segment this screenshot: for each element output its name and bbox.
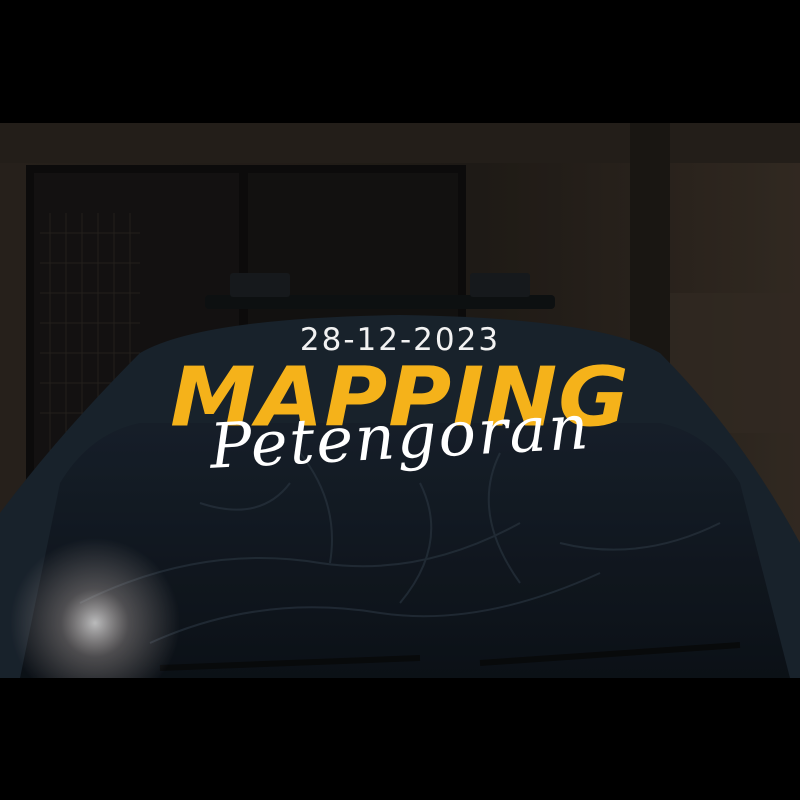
video-frame: 28-12-2023 MAPPING Petengoran: [0, 0, 800, 800]
photo-scene: [0, 123, 800, 678]
scene-illustration: [0, 123, 800, 678]
vignette: [0, 123, 800, 678]
